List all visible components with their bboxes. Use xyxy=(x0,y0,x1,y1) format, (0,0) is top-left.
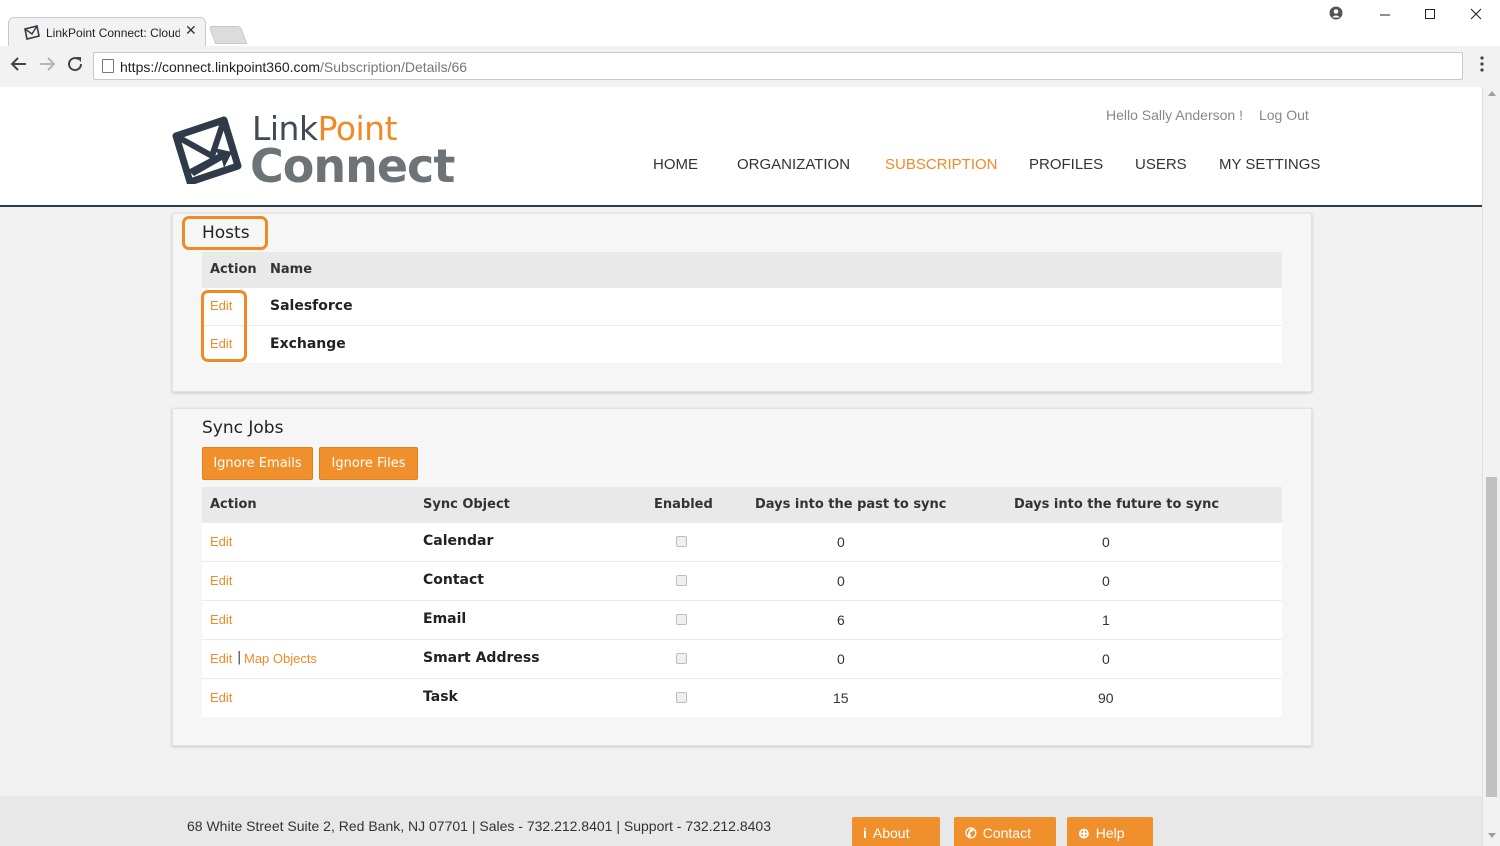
nav-subscription[interactable]: SUBSCRIPTION xyxy=(885,156,998,173)
table-row: Edit Contact 0 0 xyxy=(202,561,1282,600)
days-future: 0 xyxy=(1102,534,1110,550)
logo[interactable]: LinkPoint Connect xyxy=(172,109,455,193)
days-future: 1 xyxy=(1102,612,1110,628)
enabled-checkbox[interactable] xyxy=(676,536,687,547)
table-row: Edit Task 15 90 xyxy=(202,678,1282,717)
edit-link[interactable]: Edit xyxy=(210,612,232,627)
days-past: 0 xyxy=(837,651,845,667)
edit-link[interactable]: Edit xyxy=(210,690,232,705)
table-row: Edit Email 6 1 xyxy=(202,600,1282,639)
page-content: LinkPoint Connect Hello Sally Anderson !… xyxy=(0,87,1482,846)
hosts-panel: Hosts Action Name Edit Salesforce Edit E… xyxy=(172,213,1312,392)
col-name: Name xyxy=(270,262,313,277)
window-close-icon[interactable] xyxy=(1453,6,1499,26)
new-tab-button[interactable] xyxy=(208,26,248,44)
hosts-title: Hosts xyxy=(202,223,250,243)
about-button[interactable]: i About xyxy=(852,817,940,846)
profile-icon[interactable] xyxy=(1313,6,1359,26)
sync-object: Calendar xyxy=(423,533,494,549)
col-days-future: Days into the future to sync xyxy=(1014,497,1220,512)
logo-line2: Connect xyxy=(250,139,455,193)
sync-object: Email xyxy=(423,611,467,627)
edit-link[interactable]: Edit xyxy=(210,534,232,549)
edit-links-highlight xyxy=(201,290,247,362)
enabled-checkbox[interactable] xyxy=(676,692,687,703)
col-action: Action xyxy=(210,262,257,277)
days-future: 0 xyxy=(1102,651,1110,667)
enabled-checkbox[interactable] xyxy=(676,614,687,625)
sync-object: Task xyxy=(423,689,458,705)
col-sync-object: Sync Object xyxy=(423,497,510,512)
nav-my-settings[interactable]: MY SETTINGS xyxy=(1219,156,1320,173)
col-enabled: Enabled xyxy=(654,497,713,512)
sync-jobs-title: Sync Jobs xyxy=(202,418,284,438)
table-row: Edit Calendar 0 0 xyxy=(202,522,1282,561)
sync-object: Smart Address xyxy=(423,650,540,666)
menu-dots-icon[interactable] xyxy=(1474,56,1490,78)
table-row: Edit Salesforce xyxy=(202,287,1282,325)
days-future: 0 xyxy=(1102,573,1110,589)
link-separator: | xyxy=(237,650,242,665)
table-row: Edit Exchange xyxy=(202,325,1282,363)
scrollbar-thumb[interactable] xyxy=(1486,477,1497,797)
contact-button[interactable]: ✆ Contact xyxy=(954,817,1056,846)
logout-link[interactable]: Log Out xyxy=(1259,107,1309,123)
sync-jobs-panel: Sync Jobs Ignore Emails Ignore Files Act… xyxy=(172,408,1312,746)
lifebuoy-icon: ⊕ xyxy=(1078,825,1090,841)
browser-tab[interactable]: LinkPoint Connect: Cloud ✕ xyxy=(8,17,206,47)
user-area: Hello Sally Anderson ! Log Out xyxy=(1106,107,1309,123)
info-icon: i xyxy=(863,825,867,841)
host-name: Exchange xyxy=(270,336,346,352)
logo-envelope-icon xyxy=(172,116,242,184)
url-text[interactable]: https://connect.linkpoint360.com/Subscri… xyxy=(120,59,467,75)
col-days-past: Days into the past to sync xyxy=(755,497,947,512)
col-action: Action xyxy=(210,497,257,512)
address-bar[interactable]: https://connect.linkpoint360.com/Subscri… xyxy=(93,52,1463,80)
greeting: Hello Sally Anderson ! xyxy=(1106,107,1243,123)
nav-home[interactable]: HOME xyxy=(653,156,698,173)
sync-table-header: Action Sync Object Enabled Days into the… xyxy=(202,487,1282,522)
days-past: 0 xyxy=(837,573,845,589)
map-objects-link[interactable]: Map Objects xyxy=(244,651,317,666)
nav-organization[interactable]: ORGANIZATION xyxy=(737,156,850,173)
page-icon xyxy=(102,59,114,73)
days-past: 15 xyxy=(833,690,849,706)
ignore-emails-button[interactable]: Ignore Emails xyxy=(202,447,313,480)
title-bar: LinkPoint Connect: Cloud ✕ xyxy=(0,0,1500,47)
forward-arrow-icon[interactable] xyxy=(36,55,58,77)
help-button[interactable]: ⊕ Help xyxy=(1067,817,1153,846)
close-icon[interactable]: ✕ xyxy=(185,23,197,39)
host-name: Salesforce xyxy=(270,298,353,314)
maximize-icon[interactable] xyxy=(1407,6,1453,26)
days-past: 6 xyxy=(837,612,845,628)
enabled-checkbox[interactable] xyxy=(676,575,687,586)
scroll-up-icon[interactable] xyxy=(1488,91,1496,96)
reload-icon[interactable] xyxy=(64,55,86,77)
envelope-icon xyxy=(24,25,40,40)
ignore-files-button[interactable]: Ignore Files xyxy=(319,447,418,480)
tab-title: LinkPoint Connect: Cloud xyxy=(46,26,180,40)
edit-link[interactable]: Edit xyxy=(210,651,232,666)
browser-chrome: LinkPoint Connect: Cloud ✕ https://conne… xyxy=(0,0,1500,86)
phone-icon: ✆ xyxy=(965,825,977,841)
edit-link[interactable]: Edit xyxy=(210,573,232,588)
days-past: 0 xyxy=(837,534,845,550)
enabled-checkbox[interactable] xyxy=(676,653,687,664)
page-scrollbar[interactable] xyxy=(1482,87,1500,846)
site-footer: 68 White Street Suite 2, Red Bank, NJ 07… xyxy=(0,796,1482,846)
nav-profiles[interactable]: PROFILES xyxy=(1029,156,1103,173)
scroll-down-icon[interactable] xyxy=(1488,833,1496,838)
nav-users[interactable]: USERS xyxy=(1135,156,1187,173)
days-future: 90 xyxy=(1098,690,1114,706)
back-arrow-icon[interactable] xyxy=(8,55,30,77)
hosts-table-header: Action Name xyxy=(202,252,1282,287)
minimize-icon[interactable] xyxy=(1362,6,1408,26)
footer-address: 68 White Street Suite 2, Red Bank, NJ 07… xyxy=(187,818,771,834)
site-header: LinkPoint Connect Hello Sally Anderson !… xyxy=(0,87,1482,207)
sync-object: Contact xyxy=(423,572,484,588)
table-row: Edit | Map Objects Smart Address 0 0 xyxy=(202,639,1282,678)
